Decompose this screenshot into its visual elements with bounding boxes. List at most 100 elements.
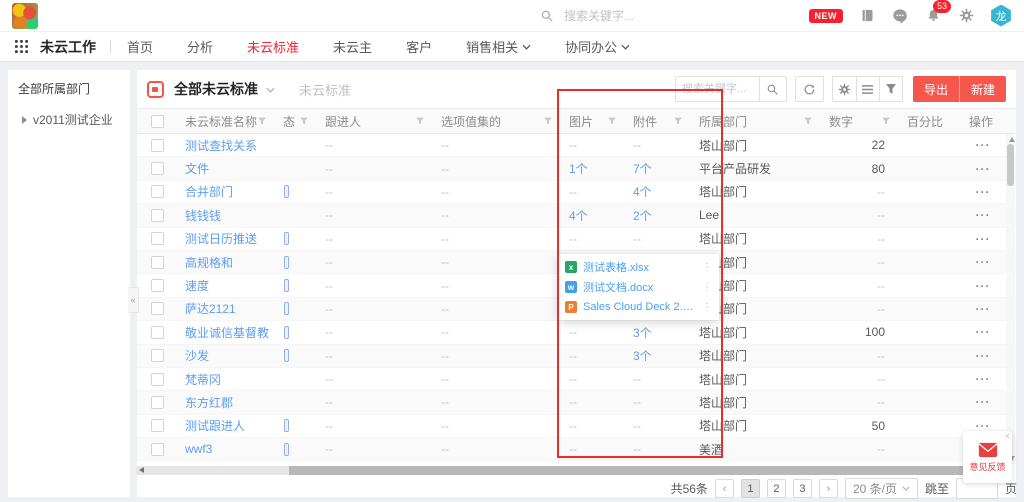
record-name-link[interactable]: 东方红郡	[185, 394, 233, 411]
attachment-more-icon[interactable]: ⋮	[702, 302, 712, 313]
row-actions-button[interactable]: ···	[976, 395, 991, 409]
row-checkbox[interactable]	[151, 326, 164, 339]
row-checkbox[interactable]	[151, 279, 164, 292]
user-avatar[interactable]: 龙	[990, 5, 1012, 27]
record-name-link[interactable]: 沙发	[185, 347, 209, 364]
attachment-name-link[interactable]: 测试文档.docx	[583, 279, 696, 295]
filter-funnel-icon[interactable]	[879, 77, 902, 101]
journal-icon[interactable]	[858, 7, 876, 25]
attachment-more-icon[interactable]: ⋮	[702, 262, 712, 273]
row-actions-button[interactable]: ···	[976, 138, 991, 152]
new-badge[interactable]: NEW	[809, 9, 844, 23]
column-settings-gear-icon[interactable]	[833, 77, 856, 101]
list-search-button[interactable]	[759, 77, 786, 101]
record-name-link[interactable]: 测试查找关系	[185, 137, 257, 154]
table-row[interactable]: 文件----1个7个平台产品研发80···	[137, 157, 1016, 180]
vscroll-up-arrow-icon[interactable]	[1009, 137, 1015, 142]
sidebar-collapse-handle[interactable]: «	[128, 287, 139, 313]
table-row[interactable]: 东方红郡--------塔山部门--···	[137, 391, 1016, 414]
record-name-link[interactable]: 速度	[185, 277, 209, 294]
nav-item-weiyun-standard[interactable]: 未云标准	[247, 37, 299, 56]
record-name-link[interactable]: 敬业诚信基督教	[185, 324, 269, 341]
select-all-checkbox[interactable]	[151, 115, 164, 128]
horizontal-scrollbar[interactable]	[136, 466, 1007, 475]
global-search-input[interactable]	[564, 9, 694, 23]
page-button-3[interactable]: 3	[793, 479, 812, 498]
tree-expand-arrow-icon[interactable]	[22, 116, 27, 124]
record-name-link[interactable]: 高规格和	[185, 254, 233, 271]
table-row[interactable]: 测试查找关系--------塔山部门22···	[137, 134, 1016, 157]
images-count-link[interactable]: 4个	[569, 207, 588, 224]
next-page-button[interactable]: ›	[819, 479, 838, 498]
row-density-icon[interactable]	[856, 77, 879, 101]
row-actions-button[interactable]: ···	[976, 255, 991, 269]
row-checkbox[interactable]	[151, 349, 164, 362]
page-size-select[interactable]: 20 条/页	[845, 478, 918, 499]
page-button-1[interactable]: 1	[741, 479, 760, 498]
table-row[interactable]: 梵蒂冈--------塔山部门--···	[137, 368, 1016, 391]
attachment-name-link[interactable]: Sales Cloud Deck 2.13 with s...	[583, 301, 696, 313]
table-row[interactable]: 敬业诚信基督教------3个塔山部门100···	[137, 321, 1016, 344]
row-actions-button[interactable]: ···	[976, 279, 991, 293]
row-checkbox[interactable]	[151, 396, 164, 409]
record-name-link[interactable]: 文件	[185, 160, 209, 177]
messages-icon[interactable]	[891, 7, 909, 25]
nav-item-home[interactable]: 首页	[127, 37, 153, 56]
table-row[interactable]: 测试跟进人--------塔山部门50···	[137, 415, 1016, 438]
record-name-link[interactable]: wwf3	[185, 442, 212, 456]
sidebar-tree-item-v2011[interactable]: v2011测试企业	[18, 111, 120, 128]
table-row[interactable]: 合并部门------4个塔山部门--···	[137, 181, 1016, 204]
row-checkbox[interactable]	[151, 419, 164, 432]
refresh-button[interactable]	[795, 76, 824, 102]
row-actions-button[interactable]: ···	[976, 349, 991, 363]
hscroll-thumb[interactable]	[289, 466, 1007, 475]
feedback-close-icon[interactable]: ×	[1005, 431, 1010, 441]
view-title[interactable]: 全部未云标准	[174, 79, 258, 99]
row-actions-button[interactable]: ···	[976, 372, 991, 386]
attachment-item[interactable]: PSales Cloud Deck 2.13 with s...⋮	[558, 297, 719, 317]
attachment-item[interactable]: w测试文档.docx⋮	[558, 277, 719, 297]
attachments-count-link[interactable]: 3个	[633, 347, 652, 364]
column-filter-icon[interactable]	[607, 116, 617, 126]
hscroll-left-arrow-icon[interactable]	[139, 467, 144, 473]
nav-item-collaboration[interactable]: 协同办公	[565, 37, 630, 56]
create-button[interactable]: 新建	[959, 76, 1006, 102]
attachments-count-link[interactable]: 2个	[633, 207, 652, 224]
record-name-link[interactable]: 梵蒂冈	[185, 371, 221, 388]
export-button[interactable]: 导出	[913, 76, 959, 102]
attachment-more-icon[interactable]: ⋮	[702, 282, 712, 293]
record-name-link[interactable]: 测试日历推送	[185, 230, 257, 247]
attachments-count-link[interactable]: 3个	[633, 324, 652, 341]
attachment-item[interactable]: x测试表格.xlsx⋮	[558, 257, 719, 277]
record-name-link[interactable]: 合并部门	[185, 183, 233, 200]
record-name-link[interactable]: 测试跟进人	[185, 417, 245, 434]
row-checkbox[interactable]	[151, 185, 164, 198]
row-checkbox[interactable]	[151, 162, 164, 175]
app-grid-icon[interactable]	[12, 38, 30, 56]
table-row[interactable]: 钱钱钱----4个2个Lee--···	[137, 204, 1016, 227]
nav-item-weiyun-main[interactable]: 未云主	[333, 37, 372, 56]
row-checkbox[interactable]	[151, 256, 164, 269]
sidebar-title[interactable]: 全部所属部门	[18, 80, 120, 97]
record-name-link[interactable]: 萨达2121	[185, 300, 236, 317]
table-row[interactable]: 沙发------3个塔山部门--···	[137, 345, 1016, 368]
notifications-bell-icon[interactable]: 53	[924, 7, 942, 25]
attachment-name-link[interactable]: 测试表格.xlsx	[583, 259, 696, 275]
settings-gear-icon[interactable]	[957, 7, 975, 25]
view-title-chevron-icon[interactable]	[266, 82, 275, 96]
row-checkbox[interactable]	[151, 302, 164, 315]
column-filter-icon[interactable]	[881, 116, 891, 126]
page-button-2[interactable]: 2	[767, 479, 786, 498]
column-filter-icon[interactable]	[415, 116, 425, 126]
column-filter-icon[interactable]	[299, 116, 309, 126]
company-logo[interactable]	[12, 3, 38, 29]
vscroll-thumb[interactable]	[1007, 144, 1014, 186]
row-checkbox[interactable]	[151, 139, 164, 152]
row-actions-button[interactable]: ···	[976, 325, 991, 339]
attachments-count-link[interactable]: 7个	[633, 160, 652, 177]
column-filter-icon[interactable]	[257, 116, 267, 126]
table-row[interactable]: 测试日历推送--------塔山部门--···	[137, 228, 1016, 251]
record-name-link[interactable]: 钱钱钱	[185, 207, 221, 224]
feedback-widget[interactable]: × 意见反馈	[963, 431, 1012, 483]
attachments-count-link[interactable]: 4个	[633, 183, 652, 200]
